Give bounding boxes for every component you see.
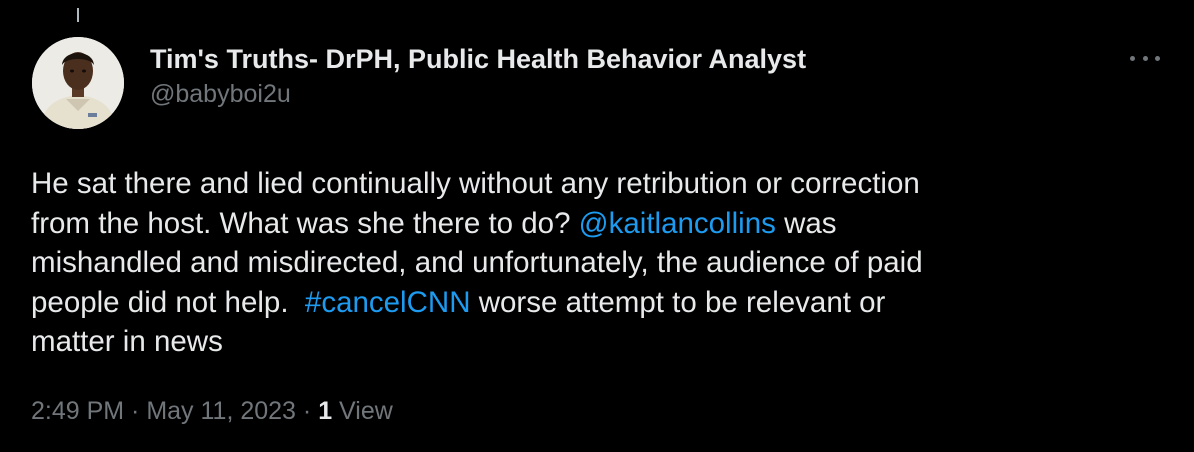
meta-separator: ·: [124, 397, 147, 425]
tweet-header: Tim's Truths- DrPH, Public Health Behavi…: [150, 42, 1110, 110]
profile-photo-icon: [32, 37, 124, 129]
hashtag-link[interactable]: #cancelCNN: [305, 286, 471, 319]
dot: [1155, 55, 1160, 61]
avatar[interactable]: [32, 37, 124, 129]
dot: [1130, 55, 1135, 61]
meta-separator: ·: [295, 397, 319, 425]
user-handle[interactable]: @babyboi2u: [150, 78, 1110, 110]
display-name[interactable]: Tim's Truths- DrPH, Public Health Behavi…: [150, 42, 1110, 76]
mention-link[interactable]: @kaitlancollins: [579, 207, 776, 240]
tweet-date[interactable]: May 11, 2023: [146, 397, 296, 425]
tweet-text: He sat there and lied continually withou…: [31, 164, 1151, 362]
dot: [1142, 55, 1148, 61]
views-count: 1: [318, 397, 333, 425]
thread-connector-line: [77, 8, 79, 22]
more-horizontal-icon[interactable]: [1130, 51, 1160, 65]
views-label: View: [332, 397, 393, 425]
tweet-time[interactable]: 2:49 PM: [31, 397, 124, 425]
tweet-meta: 2:49 PM · May 11, 2023 · 1 View: [31, 394, 393, 428]
